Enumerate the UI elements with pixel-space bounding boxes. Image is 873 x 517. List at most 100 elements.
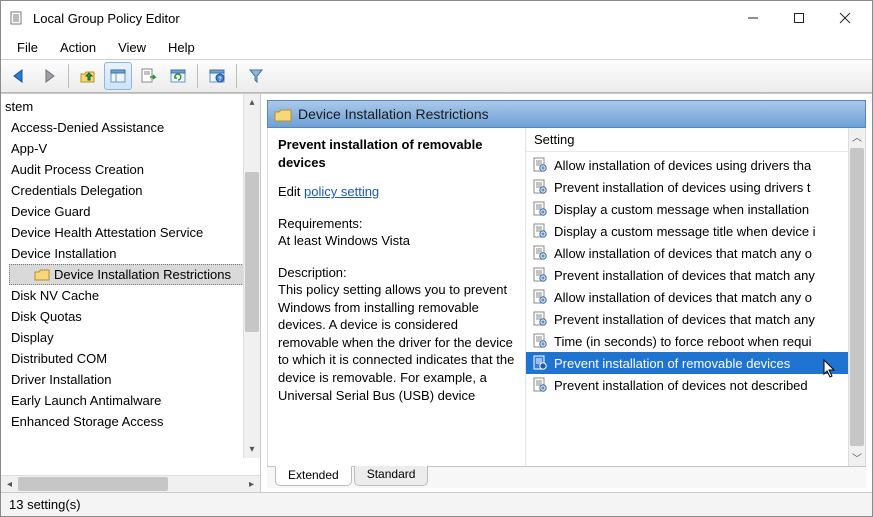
scrollbar-thumb[interactable]: [850, 148, 864, 446]
scrollbar-thumb[interactable]: [18, 477, 168, 491]
toolbar-separator: [236, 64, 237, 88]
tree-item[interactable]: Audit Process Creation: [5, 159, 260, 180]
window-title: Local Group Policy Editor: [33, 11, 730, 26]
show-hide-tree-button[interactable]: [104, 62, 132, 90]
tree-item-label: Enhanced Storage Access: [11, 414, 164, 429]
policy-icon: [532, 355, 548, 371]
setting-row[interactable]: Allow installation of devices using driv…: [526, 154, 865, 176]
tree-item[interactable]: Enhanced Storage Access: [5, 411, 260, 432]
scrollbar-thumb[interactable]: [245, 172, 259, 332]
minimize-button[interactable]: [730, 3, 776, 33]
setting-row[interactable]: Display a custom message title when devi…: [526, 220, 865, 242]
tree-item-label: Device Installation Restrictions: [54, 267, 231, 282]
tree-item-label: Early Launch Antimalware: [11, 393, 161, 408]
setting-label: Allow installation of devices that match…: [554, 246, 812, 261]
toolbar: ?: [1, 59, 872, 93]
tree-item-label: Credentials Delegation: [11, 183, 143, 198]
tree-item[interactable]: Disk NV Cache: [5, 285, 260, 306]
policy-icon: [532, 179, 548, 195]
edit-policy-link[interactable]: policy setting: [304, 184, 379, 199]
close-button[interactable]: [822, 3, 868, 33]
tree-item[interactable]: stem: [5, 96, 260, 117]
scroll-right-arrow-icon[interactable]: ▸: [243, 476, 260, 492]
main-area: stemAccess-Denied AssistanceApp-V Audit P…: [1, 93, 872, 492]
help-button[interactable]: ?: [203, 62, 231, 90]
export-list-button[interactable]: [134, 62, 162, 90]
policy-icon: [532, 157, 548, 173]
menu-help[interactable]: Help: [158, 38, 205, 57]
setting-row[interactable]: Allow installation of devices that match…: [526, 286, 865, 308]
tree-item[interactable]: Credentials Delegation: [5, 180, 260, 201]
tree-item[interactable]: App-V: [5, 138, 260, 159]
menu-action[interactable]: Action: [50, 38, 106, 57]
toolbar-separator: [197, 64, 198, 88]
setting-label: Display a custom message title when devi…: [554, 224, 816, 239]
tree-item[interactable]: Device Health Attestation Service: [5, 222, 260, 243]
settings-vertical-scrollbar[interactable]: ︿ ﹀: [848, 128, 865, 466]
tree-item-label: Audit Process Creation: [11, 162, 144, 177]
tab-standard[interactable]: Standard: [354, 466, 429, 486]
menu-bar: File Action View Help: [1, 35, 872, 59]
scroll-down-arrow-icon[interactable]: ﹀: [849, 449, 865, 466]
scroll-up-arrow-icon[interactable]: ︿: [849, 128, 865, 145]
details-column: Prevent installation of removable device…: [268, 128, 526, 466]
policy-icon: [532, 267, 548, 283]
category-header: Device Installation Restrictions: [267, 100, 866, 128]
settings-column: Setting Allow installation of devices us…: [526, 128, 865, 466]
tree-item[interactable]: Device Installation: [5, 243, 260, 264]
tree-vertical-scrollbar[interactable]: ▴ ▾: [243, 94, 260, 458]
settings-header[interactable]: Setting: [526, 128, 865, 152]
tree-item[interactable]: Driver Installation: [5, 369, 260, 390]
policy-icon: [532, 201, 548, 217]
tree-item[interactable]: Access-Denied Assistance: [5, 117, 260, 138]
setting-row[interactable]: Allow installation of devices that match…: [526, 242, 865, 264]
tree-item-label: Device Installation: [11, 246, 117, 261]
setting-row[interactable]: Prevent installation of devices using dr…: [526, 176, 865, 198]
tree-item-label: Display: [11, 330, 54, 345]
tree-item[interactable]: Display: [5, 327, 260, 348]
up-button[interactable]: [74, 62, 102, 90]
setting-row[interactable]: Prevent installation of devices that mat…: [526, 264, 865, 286]
description-label: Description:: [278, 264, 515, 282]
tree-item[interactable]: Early Launch Antimalware: [5, 390, 260, 411]
window-controls: [730, 3, 868, 33]
scroll-down-arrow-icon[interactable]: ▾: [244, 441, 260, 458]
setting-label: Prevent installation of devices not desc…: [554, 378, 808, 393]
edit-policy-line: Edit policy setting: [278, 183, 515, 201]
status-text: 13 setting(s): [9, 497, 81, 512]
menu-view[interactable]: View: [108, 38, 156, 57]
setting-row[interactable]: Prevent installation of devices that mat…: [526, 308, 865, 330]
tab-extended[interactable]: Extended: [275, 466, 352, 486]
tree-item-selected[interactable]: Device Installation Restrictions: [9, 264, 246, 285]
setting-row[interactable]: Time (in seconds) to force reboot when r…: [526, 330, 865, 352]
tree-item[interactable]: Device Guard: [5, 201, 260, 222]
setting-row[interactable]: Prevent installation of devices not desc…: [526, 374, 865, 396]
scroll-up-arrow-icon[interactable]: ▴: [244, 94, 260, 111]
toolbar-separator: [68, 64, 69, 88]
tree-item[interactable]: Distributed COM: [5, 348, 260, 369]
refresh-button[interactable]: [164, 62, 192, 90]
menu-file[interactable]: File: [7, 38, 48, 57]
tree-item-label: Disk Quotas: [11, 309, 82, 324]
tree-scroll[interactable]: stemAccess-Denied AssistanceApp-V Audit P…: [1, 94, 260, 475]
policy-icon: [532, 245, 548, 261]
maximize-button[interactable]: [776, 3, 822, 33]
tree-item-label: Disk NV Cache: [11, 288, 99, 303]
filter-button[interactable]: [242, 62, 270, 90]
folder-icon: [274, 107, 290, 121]
tree-item-label: Device Guard: [11, 204, 90, 219]
setting-row[interactable]: Display a custom message when installati…: [526, 198, 865, 220]
setting-row-selected[interactable]: Prevent installation of removable device…: [526, 352, 865, 374]
selected-policy-title: Prevent installation of removable device…: [278, 136, 515, 171]
setting-label: Allow installation of devices using driv…: [554, 158, 811, 173]
tree-item[interactable]: Disk Quotas: [5, 306, 260, 327]
scroll-left-arrow-icon[interactable]: ◂: [1, 476, 18, 492]
tree-pane: stemAccess-Denied AssistanceApp-V Audit P…: [1, 94, 261, 492]
setting-label: Display a custom message when installati…: [554, 202, 809, 217]
policy-icon: [532, 311, 548, 327]
back-button[interactable]: [5, 62, 33, 90]
tree-horizontal-scrollbar[interactable]: ◂ ▸: [1, 475, 260, 492]
content-body: Prevent installation of removable device…: [267, 128, 866, 466]
setting-label: Time (in seconds) to force reboot when r…: [554, 334, 811, 349]
forward-button[interactable]: [35, 62, 63, 90]
